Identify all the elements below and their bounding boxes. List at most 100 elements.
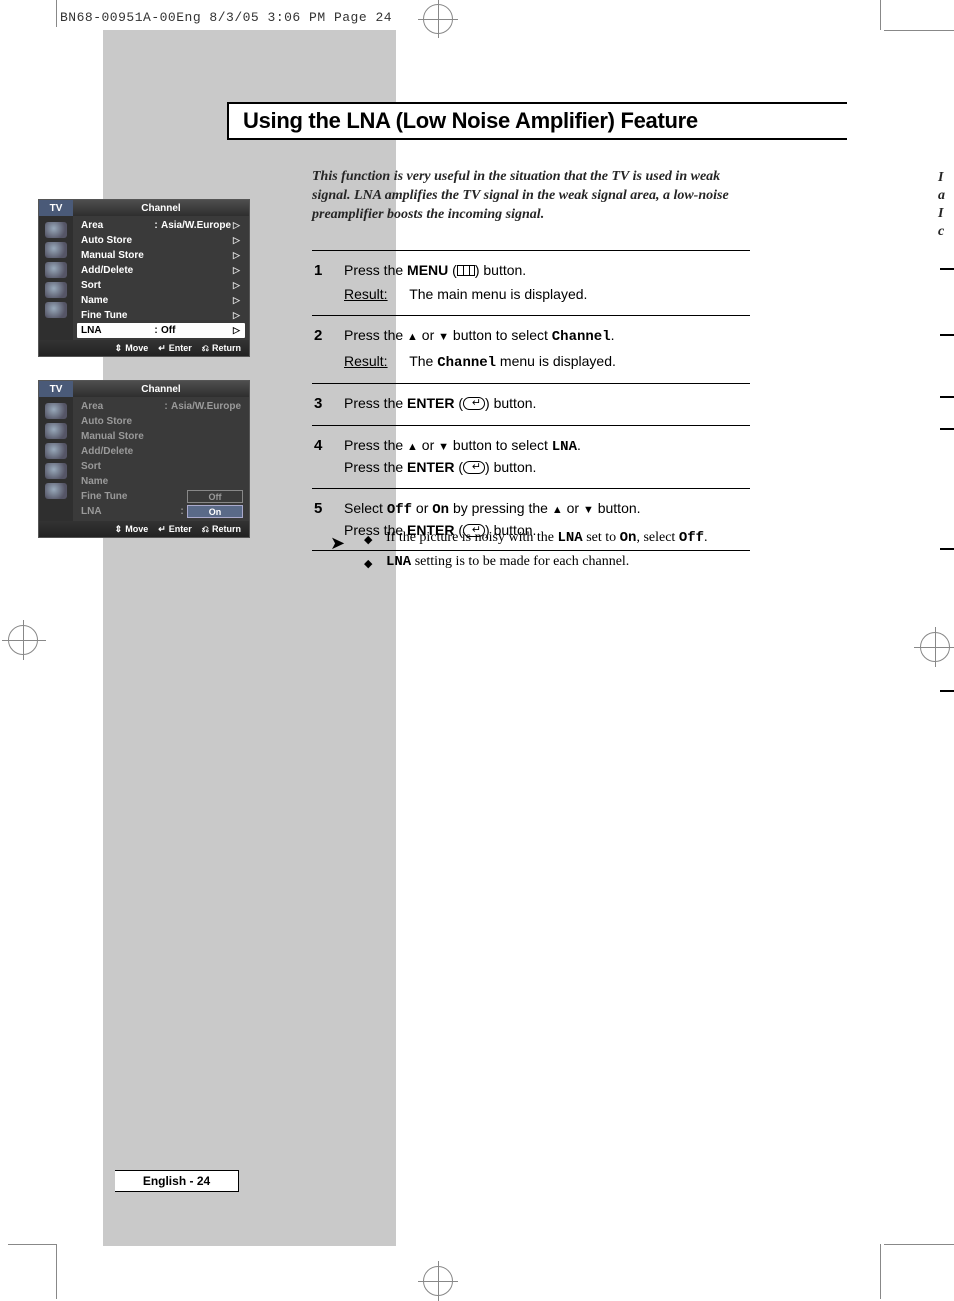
enter-button-icon [463,397,485,410]
step-text: button to select [449,437,552,453]
step-text: or [418,327,438,343]
osd-arrow-icon: ▷ [233,325,243,336]
osd-row-autostore: Auto Store [73,414,249,429]
osd-row-adddelete: Add/Delete [73,444,249,459]
osd-menu-list: Area : Asia/W.Europe ▷ Auto Store ▷ Manu… [73,216,249,340]
osd-icon-column [39,216,73,340]
osd-footer: ⇕Move ↵Enter ⎌Return [39,521,249,537]
result-label: Result: [344,286,388,302]
print-slug: BN68-00951A-00Eng 8/3/05 3:06 PM Page 24 [60,10,392,25]
step-2: 2 Press the or button to select Channel.… [312,316,750,384]
osd-arrow-icon: ▷ [233,265,243,276]
up-arrow-icon [552,500,563,516]
return-icon: ⎌ [202,343,209,354]
result-text: menu is displayed. [496,353,616,369]
osd-footer-enter: Enter [169,343,192,353]
step-text: Press the [344,262,407,278]
osd-row-lna: LNA : On [73,504,249,519]
osd-colon: : [177,506,187,517]
note-text: setting is to be made for each channel. [411,554,629,569]
osd-arrow-icon: ▷ [233,280,243,291]
step-body: Press the or button to select Channel. R… [344,325,750,374]
osd-icon [45,222,67,238]
osd-row-lna-selected: LNA : Off ▷ [77,323,245,338]
osd-tab-tv: TV [39,381,73,397]
osd-tab-tv: TV [39,200,73,216]
osd-icon [45,282,67,298]
osd-row-autostore: Auto Store ▷ [73,233,249,248]
note-1: If the picture is noisy with the LNA set… [364,530,766,546]
result-label: Result: [344,353,388,369]
step-number: 1 [312,260,344,305]
osd-label: Fine Tune [81,491,187,502]
osd-colon: : [151,220,161,231]
intro-paragraph: This function is very useful in the situ… [312,168,748,225]
edge-cut-text: I [938,170,943,186]
osd-arrow-icon: ▷ [233,295,243,306]
step-text: . [577,437,581,453]
osd-label: LNA [81,325,151,336]
osd-label: Name [81,476,243,487]
step-text: ) button. [475,262,526,278]
step-text: or [563,500,583,516]
step-bold: ENTER [407,395,454,411]
note-mono: LNA [557,530,582,546]
osd-label: Sort [81,461,243,472]
edge-cut-text: c [938,224,944,240]
osd-arrow-icon: ▷ [233,310,243,321]
step-text: by pressing the [449,500,552,516]
page-number-box: English - 24 [115,1170,239,1192]
step-text: . [611,327,615,343]
osd-label: Name [81,295,233,306]
osd-row-finetune: Fine Tune Off [73,489,249,504]
note-mono: On [620,530,637,546]
osd-label: Area [81,220,151,231]
osd-footer-return: Return [212,343,241,353]
step-mono: Channel [552,329,611,345]
osd-row-manualstore: Manual Store [73,429,249,444]
step-text: or [412,500,432,516]
updown-icon: ⇕ [115,524,123,535]
step-body: Press the ENTER ( ) button. [344,393,750,415]
osd-row-name: Name [73,474,249,489]
edge-cut-dash [940,428,954,430]
step-text: button. [594,500,641,516]
osd-label: Fine Tune [81,310,233,321]
enter-button-icon [463,461,485,474]
osd-icon [45,443,67,459]
osd-icon [45,262,67,278]
menu-button-icon [457,265,475,276]
osd-row-finetune: Fine Tune ▷ [73,308,249,323]
osd-value: Asia/W.Europe [171,401,243,412]
note-text: , select [636,530,678,545]
step-text: ( [454,459,463,475]
edge-cut-dash [940,396,954,398]
down-arrow-icon [438,437,449,453]
section-title: Using the LNA (Low Noise Amplifier) Feat… [243,108,698,134]
section-title-bar: Using the LNA (Low Noise Amplifier) Feat… [227,102,847,140]
osd-title: Channel [73,381,249,397]
osd-footer-move: Move [125,524,148,534]
osd-label: Auto Store [81,235,233,246]
osd-row-name: Name ▷ [73,293,249,308]
osd-label: Manual Store [81,250,233,261]
osd-row-area: Area : Asia/W.Europe ▷ [73,218,249,233]
osd-icon [45,302,67,318]
step-text: Press the [344,437,407,453]
step-text: ) button. [485,395,536,411]
edge-cut-text: I [938,206,943,222]
result-text: The main menu is displayed. [409,286,587,302]
step-bold: MENU [407,262,448,278]
osd-row-manualstore: Manual Store ▷ [73,248,249,263]
osd-icon [45,423,67,439]
step-number: 2 [312,325,344,374]
result-text: The [409,353,437,369]
step-text: Press the [344,327,407,343]
osd-footer-return: Return [212,524,241,534]
osd-label: Sort [81,280,233,291]
step-text: Press the [344,395,407,411]
step-text: ( [454,395,463,411]
note-text: set to [583,530,620,545]
step-mono: LNA [552,439,577,455]
step-text: Select [344,500,387,516]
